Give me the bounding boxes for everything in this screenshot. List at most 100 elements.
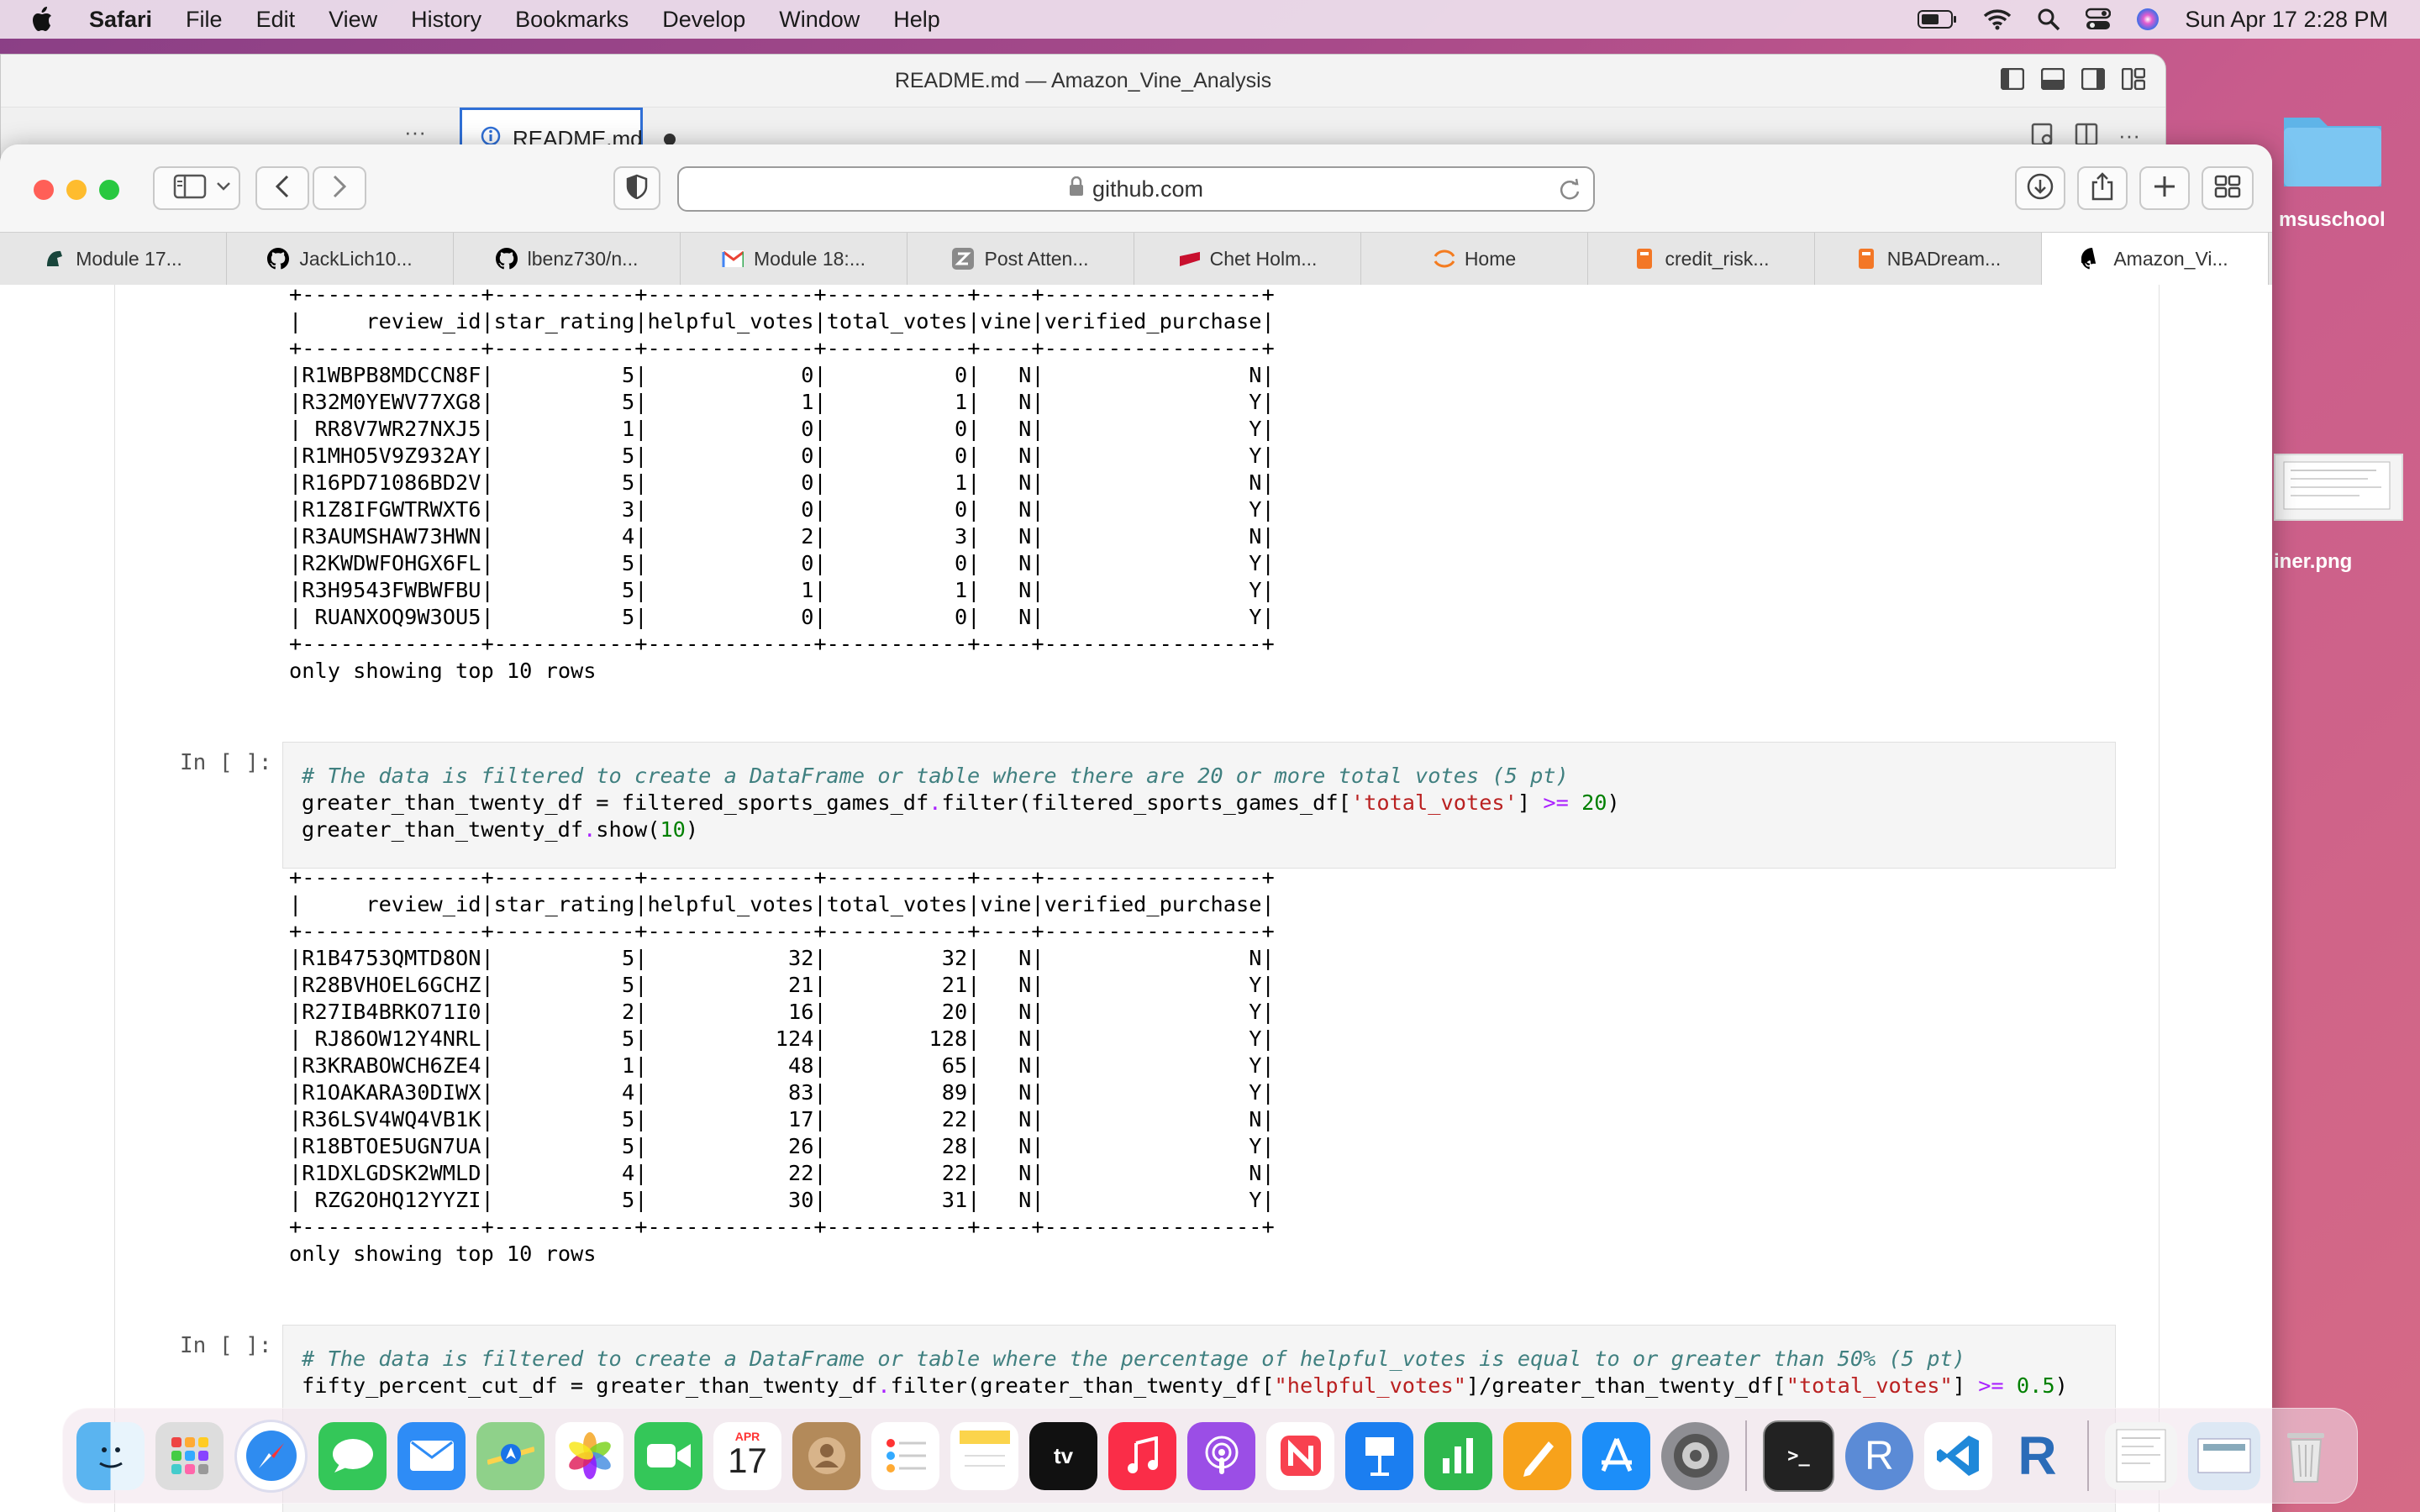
screenshot-stack-icon[interactable] [2188,1421,2260,1490]
zoom-window-button[interactable] [99,180,119,200]
lock-icon [1069,176,1084,202]
browser-tab[interactable]: Chet Holm... [1134,233,1361,285]
new-tab-button[interactable] [2139,166,2190,210]
trash-icon[interactable] [2271,1422,2339,1490]
menu-app-name[interactable]: Safari [89,7,152,33]
reload-icon[interactable] [1558,176,1581,207]
terminal-icon[interactable]: >_ [1763,1420,1834,1492]
system-preferences-icon[interactable] [1661,1421,1729,1490]
privacy-report-button[interactable] [613,166,660,210]
download-icon [2026,172,2054,205]
contacts-icon[interactable] [792,1421,860,1490]
messages-icon[interactable] [318,1421,387,1490]
screenshot-thumbnail[interactable] [2274,454,2403,521]
r-icon[interactable]: R [1845,1421,1913,1490]
sidebar-menu-button[interactable] [208,166,240,210]
code-string: 'total_votes' [1350,790,1518,815]
menu-develop[interactable]: Develop [662,7,745,33]
menu-edit[interactable]: Edit [256,7,296,33]
finder-icon[interactable] [76,1421,145,1490]
shield-icon [626,174,648,203]
menu-help[interactable]: Help [893,7,940,33]
code-text: filter(greater_than_twenty_df[ [890,1373,1275,1398]
pages-icon[interactable] [1503,1421,1571,1490]
output-table-1: +--------------+-----------+------------… [289,285,1275,683]
downloads-button[interactable] [2015,166,2065,210]
launchpad-icon[interactable] [155,1421,224,1490]
clock[interactable]: Sun Apr 17 2:28 PM [2185,7,2388,33]
code-text: ]/greater_than_twenty_df[ [1465,1373,1786,1398]
browser-tab[interactable]: Home [1361,233,1588,285]
siri-icon[interactable] [2136,8,2160,31]
browser-tab[interactable]: lbenz730/n... [454,233,681,285]
rstudio-icon[interactable]: R [2003,1422,2071,1490]
output-table-2: +--------------+-----------+------------… [289,865,1275,1266]
share-icon [2090,171,2115,206]
toggle-secondary-sidebar-icon[interactable] [2081,67,2106,94]
vscode-title: README.md — Amazon_Vine_Analysis [894,69,1272,92]
minimize-window-button[interactable] [66,180,87,200]
forward-button[interactable] [313,166,366,210]
browser-tab-label: lbenz730/n... [527,247,639,270]
safari-icon[interactable] [234,1419,308,1493]
browser-tab[interactable]: NBADream... [1815,233,2042,285]
folder-icon[interactable] [2279,99,2386,192]
safari-window: github.com Module 17... JackLich10... lb… [0,144,2272,1512]
code-text: fifty_percent_cut_df = greater_than_twen… [302,1373,878,1398]
apple-tv-icon[interactable]: tv [1029,1421,1097,1490]
browser-tab[interactable]: Post Atten... [908,233,1134,285]
mail-icon[interactable] [397,1421,466,1490]
tab-overview-button[interactable] [2202,166,2254,210]
menu-window[interactable]: Window [779,7,860,33]
podcasts-icon[interactable] [1187,1421,1255,1490]
customize-layout-icon[interactable] [2121,67,2146,94]
app-store-icon[interactable] [1582,1421,1650,1490]
share-button[interactable] [2077,166,2128,210]
code-text: ] [1517,790,1544,815]
wifi-icon[interactable] [1983,8,2012,30]
vscode-icon[interactable] [1924,1421,1992,1490]
back-button[interactable] [255,166,309,210]
code-cell[interactable]: # The data is filtered to create a DataF… [282,742,2116,869]
toggle-panel-icon[interactable] [2040,67,2065,94]
browser-tab[interactable]: Module 18:... [681,233,908,285]
calendar-icon[interactable]: APR 17 [713,1421,781,1490]
toggle-sidebar-icon[interactable] [2000,67,2025,94]
spotlight-search-icon[interactable] [2037,8,2060,31]
browser-tab-label: JackLich10... [299,247,413,270]
github-icon [2081,248,2103,270]
keynote-icon[interactable] [1345,1421,1413,1490]
maps-icon[interactable] [476,1421,544,1490]
numbers-icon[interactable] [1424,1421,1492,1490]
browser-tab[interactable]: Module 17... [0,233,227,285]
music-icon[interactable] [1108,1421,1176,1490]
browser-tab[interactable]: JackLich10... [227,233,454,285]
news-icon[interactable] [1266,1421,1334,1490]
dock: APR 17 tv >_ R R [62,1408,2358,1504]
battery-icon[interactable] [1918,9,1958,29]
gmail-icon [722,248,744,270]
reminders-icon[interactable] [871,1421,939,1490]
control-center-icon[interactable] [2086,8,2112,31]
apple-logo-icon[interactable] [30,5,55,34]
browser-tab[interactable]: credit_risk... [1588,233,1815,285]
address-bar[interactable]: github.com [677,166,1595,212]
more-actions-icon[interactable]: ··· [404,119,426,145]
notes-icon[interactable] [950,1421,1018,1490]
url-text: github.com [1092,176,1204,202]
facetime-icon[interactable] [634,1421,702,1490]
browser-tab-strip: Module 17... JackLich10... lbenz730/n...… [0,232,2272,286]
menu-history[interactable]: History [411,7,481,33]
code-operator: >= [1978,1373,2004,1398]
code-string: "total_votes" [1786,1373,1953,1398]
menu-file[interactable]: File [186,7,223,33]
plus-icon [2153,175,2176,202]
photos-icon[interactable] [555,1421,623,1490]
close-window-button[interactable] [34,180,54,200]
document-thumbnail-icon[interactable] [2105,1421,2177,1490]
menu-view[interactable]: View [329,7,377,33]
menu-bookmarks[interactable]: Bookmarks [515,7,629,33]
browser-tab-active[interactable]: Amazon_Vi... [2042,233,2269,285]
code-number: 10 [660,817,686,842]
chevron-left-icon [274,174,291,203]
